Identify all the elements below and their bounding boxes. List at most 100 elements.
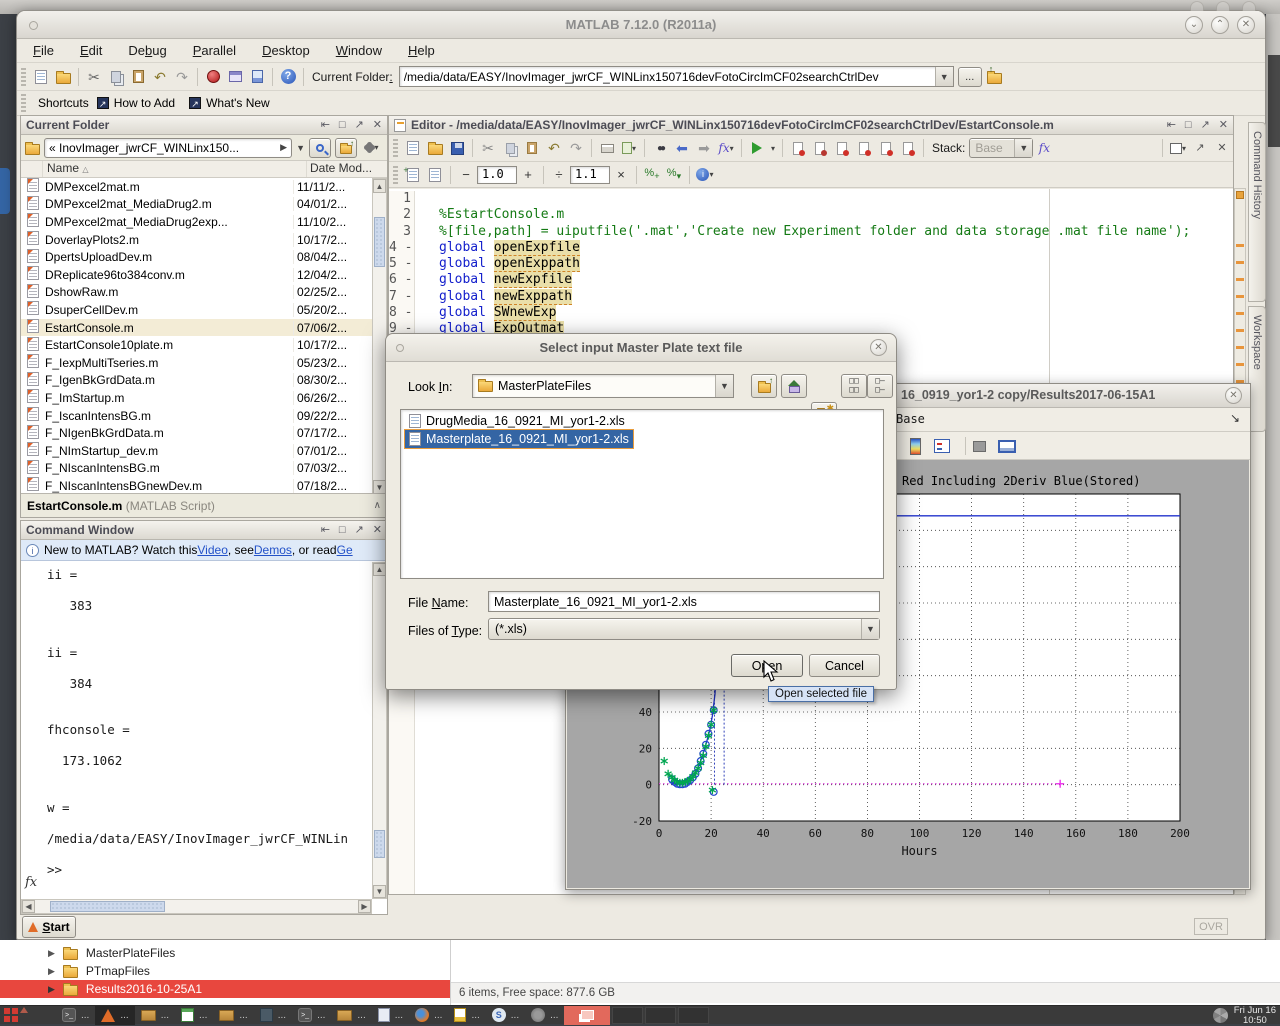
line-number[interactable]: 3 xyxy=(389,224,414,240)
file-row[interactable]: EstartConsole.m07/06/2... xyxy=(21,319,373,337)
taskbar-item-terminal[interactable]: >_... xyxy=(56,1006,95,1025)
file-row[interactable]: EstartConsole10plate.m10/17/2... xyxy=(21,336,373,354)
file-row[interactable]: F_NIscanIntensBG.m07/03/2... xyxy=(21,460,373,478)
stack-dropdown-icon[interactable]: ▼ xyxy=(1014,139,1032,157)
dialog-file-row[interactable]: DrugMedia_16_0921_MI_yor1-2.xls xyxy=(401,412,883,430)
search-button[interactable] xyxy=(309,138,331,158)
code-line[interactable]: %[file,path] = uiputfile('.mat','Create … xyxy=(439,224,1233,240)
menu-desktop[interactable]: Desktop xyxy=(262,43,310,58)
undo-icon[interactable]: ↶ xyxy=(543,137,565,159)
getting-started-link[interactable]: Ge xyxy=(337,543,353,557)
browse-folder-button[interactable]: ... xyxy=(958,67,982,87)
file-row[interactable]: DMPexcel2mat_MediaDrug2.m04/01/2... xyxy=(21,196,373,214)
line-number[interactable]: 8 - xyxy=(389,305,414,321)
scrollbar-thumb[interactable] xyxy=(50,901,165,912)
close-panel-icon[interactable]: ✕ xyxy=(373,525,382,536)
help-icon[interactable]: ? xyxy=(277,66,299,88)
dock-icon[interactable]: ⇤ xyxy=(1167,120,1176,131)
home-button[interactable] xyxy=(781,374,807,398)
menu-parallel[interactable]: Parallel xyxy=(193,43,236,58)
breadcrumb-expand-icon[interactable]: ▶ xyxy=(280,142,287,153)
scroll-down-icon[interactable]: ▼ xyxy=(373,885,386,898)
code-line[interactable] xyxy=(439,191,1233,207)
taskbar-item-terminal[interactable]: >_... xyxy=(292,1006,331,1025)
dialog-file-list[interactable]: DrugMedia_16_0921_MI_yor1-2.xlsMasterpla… xyxy=(400,409,884,579)
scroll-left-icon[interactable]: ◀ xyxy=(22,900,35,913)
open-file-icon[interactable] xyxy=(52,66,74,88)
code-lines[interactable]: %EstartConsole.m%[file,path] = uiputfile… xyxy=(416,191,1233,338)
restore-icon[interactable]: □ xyxy=(1185,120,1192,131)
expander-icon[interactable]: ▶ xyxy=(48,966,55,977)
cancel-button[interactable]: Cancel xyxy=(809,654,880,677)
close-button[interactable]: ✕ xyxy=(1237,16,1255,34)
fx-prompt-icon[interactable]: fx xyxy=(25,875,37,890)
guide-icon[interactable] xyxy=(224,66,246,88)
restore-icon[interactable]: □ xyxy=(339,120,346,131)
dialog-titlebar[interactable]: Select input Master Plate text file ✕ xyxy=(386,334,896,362)
run-icon[interactable] xyxy=(746,137,768,159)
code-line[interactable]: global SWnewExp xyxy=(439,305,1233,321)
current-folder-header[interactable]: Current Folder ⇤ □ ↗ ✕ xyxy=(21,116,387,135)
multiply-icon[interactable]: × xyxy=(610,164,632,186)
zoom-out-field[interactable]: 1.0 xyxy=(477,166,517,184)
line-number[interactable]: 2 xyxy=(389,207,414,223)
session-indicator-icon[interactable] xyxy=(1213,1008,1228,1023)
taskbar-item-screenshot[interactable] xyxy=(564,1006,610,1025)
new-script-icon[interactable] xyxy=(402,137,424,159)
line-number[interactable]: 5 - xyxy=(389,256,414,272)
back-icon[interactable]: ⬅ xyxy=(671,137,693,159)
dock-icon[interactable]: ⇤ xyxy=(321,525,330,536)
code-line[interactable]: global newExppath xyxy=(439,289,1233,305)
restore-icon[interactable]: □ xyxy=(339,525,346,536)
step-icon[interactable] xyxy=(831,137,853,159)
actions-gear-icon[interactable]: ▾ xyxy=(361,137,383,159)
command-output[interactable]: ii = 383 ii = 384 fhconsole = 173.1062 w… xyxy=(47,567,371,894)
plot-window-icon[interactable] xyxy=(996,435,1018,457)
open-icon[interactable] xyxy=(424,137,446,159)
up-one-level-button[interactable]: ↑ xyxy=(335,138,357,158)
divide-icon[interactable]: ÷ xyxy=(548,164,570,186)
start-button[interactable]: Start xyxy=(22,916,76,938)
column-icon-header[interactable] xyxy=(21,161,43,177)
scroll-right-icon[interactable]: ▶ xyxy=(358,900,371,913)
toolbar-handle[interactable] xyxy=(21,68,26,86)
simulink-icon[interactable] xyxy=(202,66,224,88)
current-folder-path-value[interactable] xyxy=(400,70,935,84)
warning-tick[interactable] xyxy=(1236,363,1244,366)
whats-new-link[interactable]: What's New xyxy=(206,96,270,110)
look-in-combo[interactable]: MasterPlateFiles ▼ xyxy=(472,374,734,398)
editor-header[interactable]: Editor - /media/data/EASY/InovImager_jwr… xyxy=(389,116,1233,135)
dock-icon[interactable]: ⇤ xyxy=(321,120,330,131)
current-folder-dropdown-icon[interactable]: ▼ xyxy=(935,67,953,86)
figure-close-icon[interactable]: ✕ xyxy=(1225,387,1242,404)
redo-icon[interactable]: ↷ xyxy=(565,137,587,159)
scrollbar-thumb[interactable] xyxy=(374,217,385,267)
close-panel-icon[interactable]: ✕ xyxy=(1219,120,1228,131)
uncomment-icon[interactable]: %▾ xyxy=(663,164,685,186)
matlab-titlebar[interactable]: MATLAB 7.12.0 (R2011a) ⌄ ⌃ ✕ xyxy=(17,11,1265,39)
undock-icon[interactable]: ↗ xyxy=(355,120,364,131)
file-row[interactable]: DpertsUploadDev.m08/04/2... xyxy=(21,248,373,266)
line-number[interactable]: 7 - xyxy=(389,289,414,305)
code-line[interactable]: %EstartConsole.m xyxy=(439,207,1233,223)
colorbar-icon[interactable] xyxy=(904,435,926,457)
file-row[interactable]: DReplicate96to384conv.m12/04/2... xyxy=(21,266,373,284)
insert-function-icon[interactable]: fx xyxy=(1033,137,1055,159)
redo-icon[interactable]: ↷ xyxy=(171,66,193,88)
insert-legend-icon[interactable] xyxy=(931,435,953,457)
next-cell-icon[interactable] xyxy=(424,164,446,186)
taskbar-empty-slot[interactable] xyxy=(678,1007,709,1024)
clock-date[interactable]: Fri Jun 16 xyxy=(1234,1006,1276,1016)
files-of-type-dropdown-icon[interactable]: ▼ xyxy=(861,619,879,639)
warning-tick[interactable] xyxy=(1236,244,1244,247)
taskbar-item-app-s[interactable]: S... xyxy=(486,1006,525,1025)
editor-layout-icon[interactable]: ▾ xyxy=(1167,137,1189,159)
taskbar-item-firefox[interactable]: ... xyxy=(409,1006,448,1025)
editor-close-icon[interactable]: ✕ xyxy=(1211,137,1233,159)
file-row[interactable]: DsuperCellDev.m05/20/2... xyxy=(21,301,373,319)
taskbar-empty-slot[interactable] xyxy=(645,1007,676,1024)
brush-data-icon[interactable] xyxy=(968,435,990,457)
how-to-add-icon[interactable]: ↗ xyxy=(97,97,109,109)
address-breadcrumb[interactable]: « InovImager_jwrCF_WINLinx150... ▶ xyxy=(44,138,292,158)
taskbar-item-app-circle[interactable]: ... xyxy=(525,1006,564,1025)
